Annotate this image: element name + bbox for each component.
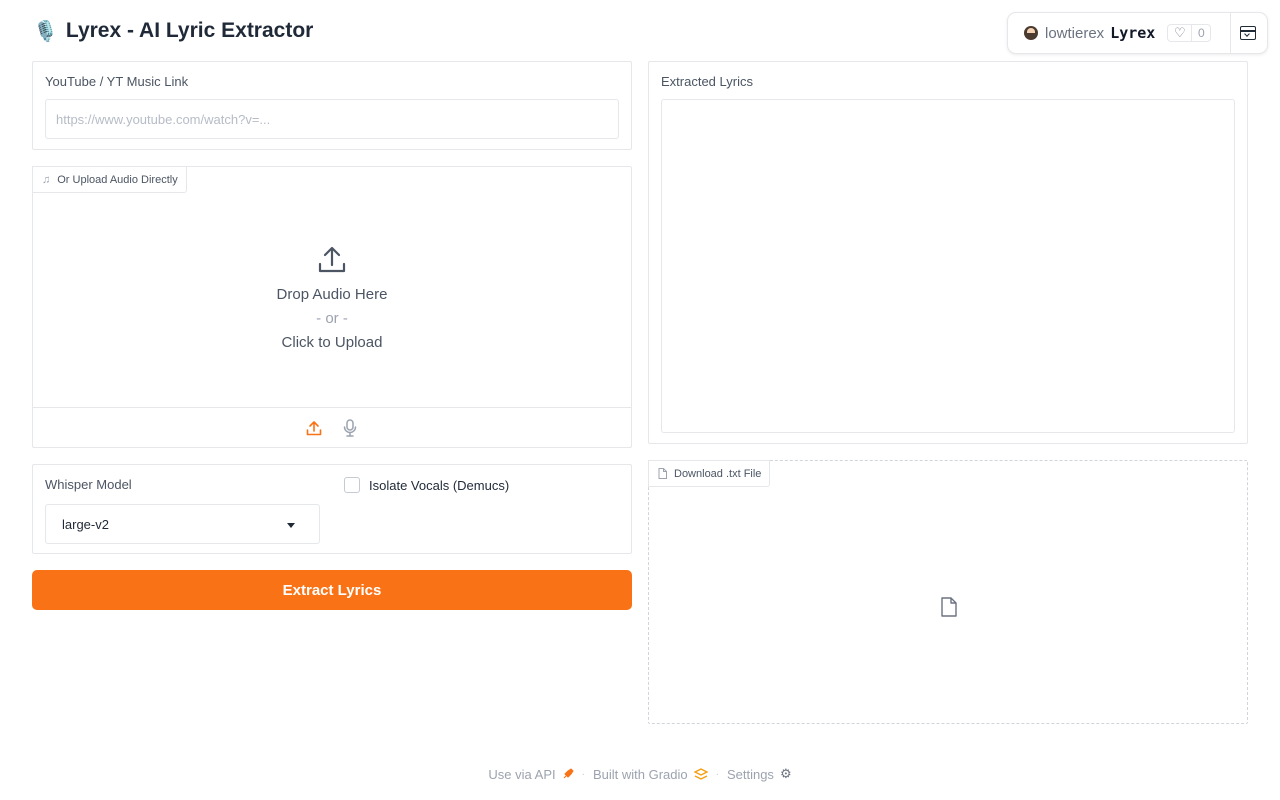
isolate-vocals-checkbox[interactable] — [344, 477, 360, 493]
heart-icon: ♡ — [1168, 25, 1193, 41]
youtube-link-label: YouTube / YT Music Link — [45, 74, 189, 89]
whisper-model-value: large-v2 — [62, 516, 109, 532]
gradio-logo-icon — [693, 768, 708, 780]
audio-upload-label: ♫ Or Upload Audio Directly — [32, 166, 187, 193]
youtube-link-input[interactable] — [45, 99, 619, 139]
upload-source-button[interactable] — [305, 419, 323, 437]
like-count: 0 — [1198, 26, 1205, 40]
built-with-gradio-label: Built with Gradio — [592, 766, 688, 782]
drop-audio-text: Drop Audio Here — [276, 286, 388, 303]
audio-upload-label-text: Or Upload Audio Directly — [57, 173, 178, 186]
youtube-link-block: YouTube / YT Music Link — [32, 61, 632, 150]
space-name-link[interactable]: Lyrex — [1110, 24, 1155, 42]
or-text: - or - — [316, 310, 348, 327]
badge-divider — [1230, 13, 1231, 53]
upload-arrow-icon — [318, 246, 346, 273]
download-file-label: Download .txt File — [648, 460, 771, 487]
use-via-api-label: Use via API — [488, 766, 556, 782]
isolate-vocals-label: Isolate Vocals (Demucs) — [369, 477, 510, 493]
whisper-model-label: Whisper Model — [45, 477, 132, 492]
app-title: Lyrex - AI Lyric Extractor — [65, 19, 314, 42]
owner-avatar[interactable] — [1024, 26, 1038, 40]
empty-file-icon — [941, 597, 957, 617]
space-owner-link[interactable]: lowtierex — [1045, 25, 1104, 42]
expand-panel-icon[interactable] — [1240, 26, 1256, 40]
music-note-icon: ♫ — [42, 173, 51, 186]
extract-lyrics-button[interactable]: Extract Lyrics — [32, 570, 632, 610]
file-icon — [658, 468, 667, 479]
click-to-upload-text: Click to Upload — [281, 334, 383, 351]
page-footer: Use via API · Built with Gradio · Settin… — [0, 764, 1280, 784]
audio-dropzone[interactable]: Drop Audio Here - or - Click to Upload — [33, 193, 631, 407]
footer-separator: · — [581, 768, 585, 780]
extracted-lyrics-textarea[interactable] — [661, 99, 1235, 433]
like-button[interactable]: ♡ 0 — [1167, 24, 1212, 42]
space-header-badge: lowtierex Lyrex ♡ 0 — [1007, 12, 1268, 54]
gear-icon: ⚙ — [779, 766, 792, 781]
upload-icon — [306, 420, 322, 435]
isolate-vocals-toggle[interactable]: Isolate Vocals (Demucs) — [344, 477, 509, 493]
extracted-lyrics-block: Extracted Lyrics — [648, 61, 1248, 444]
download-file-block: Download .txt File — [648, 460, 1248, 724]
options-block: Whisper Model large-v2 Isolate Vocals (D… — [32, 464, 632, 554]
microphone-source-button[interactable] — [341, 418, 359, 437]
audio-source-selector — [33, 407, 631, 447]
footer-separator: · — [715, 768, 719, 780]
built-with-gradio-link[interactable]: Built with Gradio — [593, 767, 708, 782]
settings-link[interactable]: Settings ⚙ — [727, 766, 792, 782]
rocket-icon — [563, 768, 574, 779]
extracted-lyrics-label: Extracted Lyrics — [661, 74, 753, 89]
download-file-label-text: Download .txt File — [674, 467, 762, 480]
app-title-row: 🎙️ Lyrex - AI Lyric Extractor — [33, 16, 313, 46]
use-via-api-link[interactable]: Use via API — [488, 766, 574, 782]
settings-label: Settings — [726, 766, 774, 782]
audio-upload-block: ♫ Or Upload Audio Directly Drop Audio He… — [32, 166, 632, 448]
chevron-down-icon — [287, 523, 295, 528]
whisper-model-dropdown[interactable]: large-v2 — [45, 504, 320, 544]
microphone-emoji-icon: 🎙️ — [33, 20, 58, 43]
microphone-icon — [343, 418, 357, 437]
